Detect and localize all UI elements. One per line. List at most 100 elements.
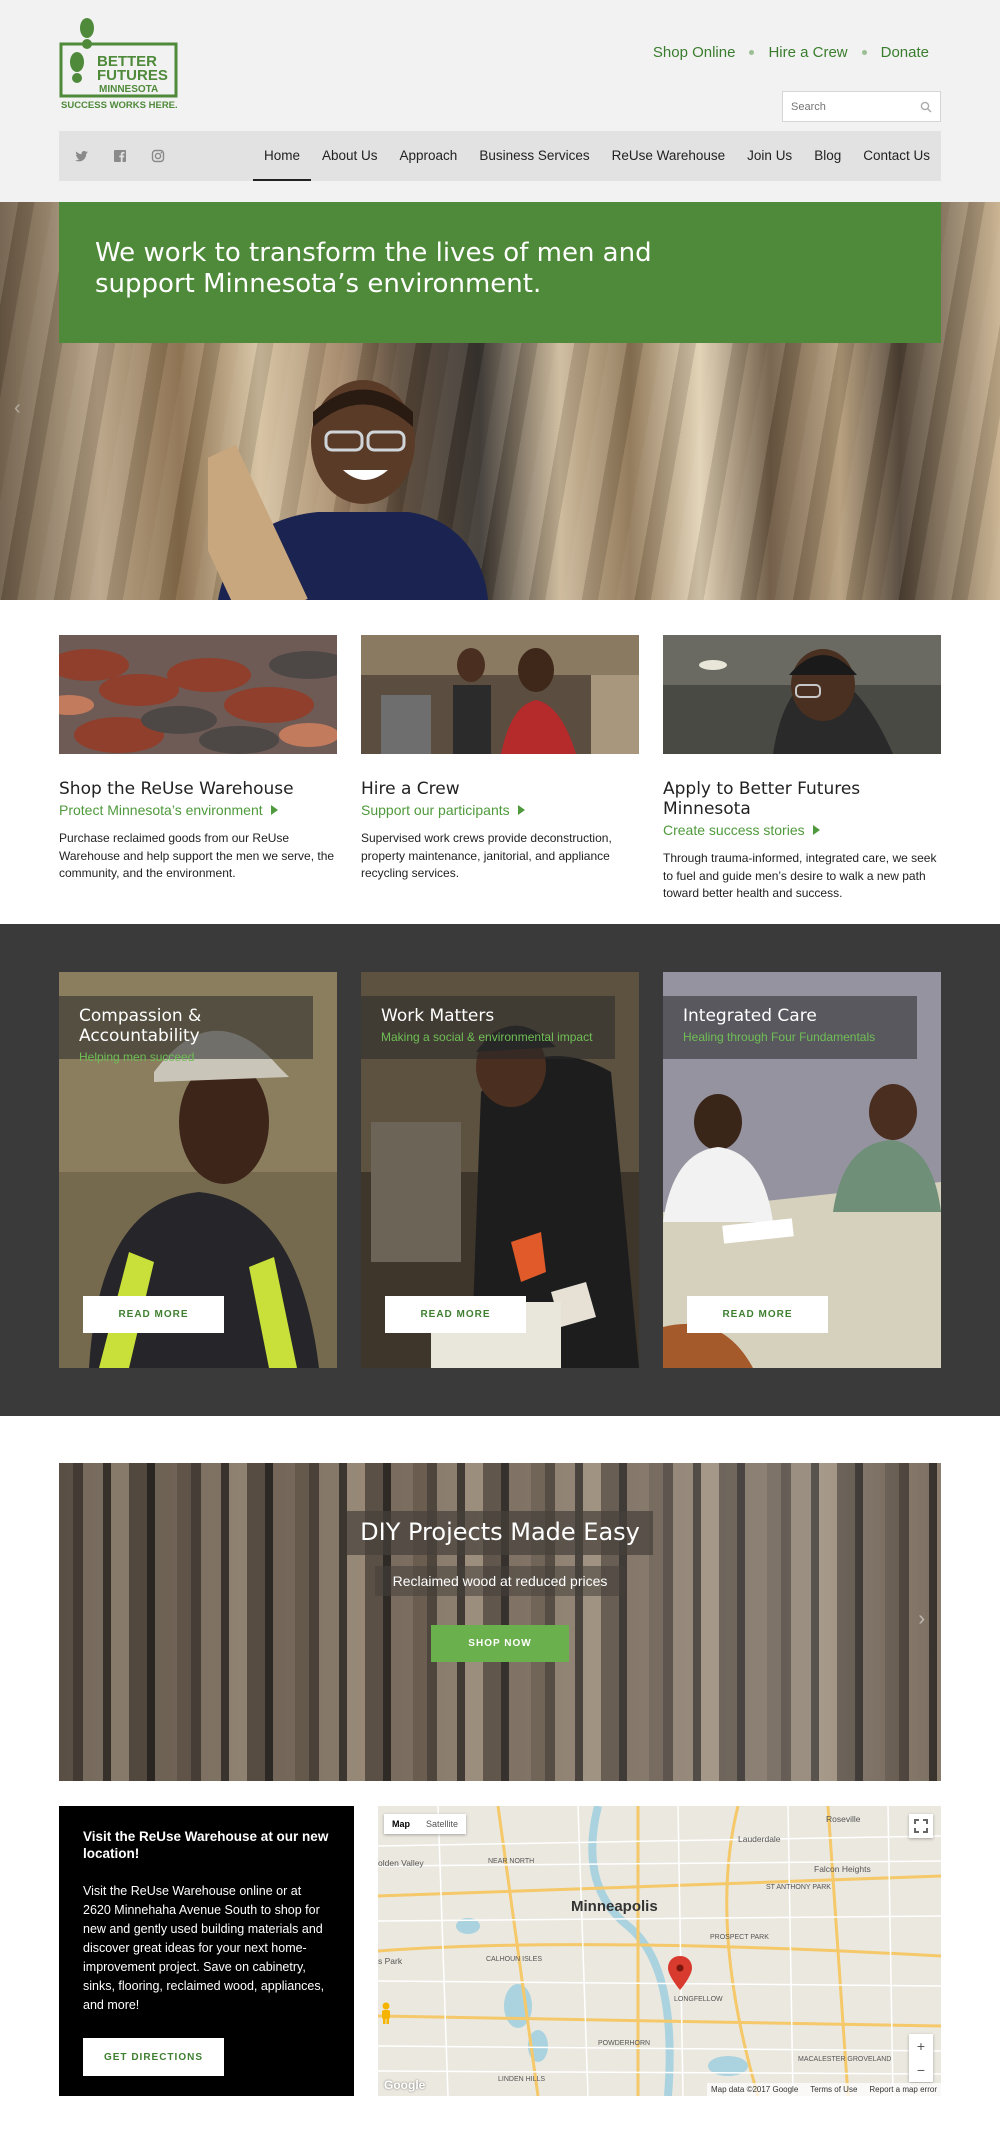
feature-columns: Shop the ReUse Warehouse Protect Minneso… [44,635,941,900]
feature-link[interactable]: Create success stories [663,822,941,838]
street-view-pegman-icon[interactable] [378,2002,394,2024]
feature-apply: Apply to Better Futures Minnesota Create… [663,635,941,903]
map-data-text: Map data ©2017 Google [710,2085,799,2094]
card-work-matters: Work Matters Making a social & environme… [361,972,639,1368]
card-tagline: Healing through Four Fundamentals [683,1030,876,1044]
map-label: LONGFELLOW [674,1996,723,2003]
menu-item-contact-us[interactable]: Contact Us [852,131,941,181]
read-more-button[interactable]: READ MORE [385,1296,526,1333]
feature-title[interactable]: Hire a Crew [361,779,639,799]
location-map[interactable]: Minneapolis Roseville Lauderdale Falcon … [378,1806,941,2096]
menu-item-join-us[interactable]: Join Us [736,131,803,181]
feature-hire-crew: Hire a Crew Support our participants Sup… [361,635,639,883]
map-canvas[interactable] [378,1806,941,2096]
slider-next-icon[interactable]: › [918,1608,925,1631]
menu-item-about-us[interactable]: About Us [311,131,389,181]
feature-link[interactable]: Protect Minnesota’s environment [59,802,337,818]
diy-tagline: Reclaimed wood at reduced prices [374,1566,626,1596]
menu-item-approach[interactable]: Approach [389,131,469,181]
logo[interactable]: BETTER FUTURES MINNESOTA SUCCESS WORKS H… [59,14,184,112]
site-header: BETTER FUTURES MINNESOTA SUCCESS WORKS H… [0,0,1000,202]
map-tab-satellite[interactable]: Satellite [418,1814,466,1834]
read-more-button[interactable]: READ MORE [687,1296,828,1333]
card-label: Compassion & Accountability Helping men … [59,996,313,1064]
map-label: CALHOUN ISLES [486,1956,543,1963]
twitter-icon[interactable] [75,149,89,163]
map-label: NEAR NORTH [488,1858,535,1865]
slider-prev-icon[interactable]: ‹ [14,397,30,419]
hero-headline-banner: We work to transform the lives of men an… [59,202,941,343]
feature-image-apply[interactable] [663,635,941,754]
feature-link[interactable]: Support our participants [361,802,639,818]
card-compassion: Compassion & Accountability Helping men … [59,972,337,1368]
feature-text: Supervised work crews provide deconstruc… [361,831,612,880]
card-label: Work Matters Making a social & environme… [361,996,615,1059]
main-navbar: Home About Us Approach Business Services… [59,131,941,181]
separator-dot [749,50,755,55]
diy-tagline-wrap: Reclaimed wood at reduced prices [59,1566,941,1596]
menu-item-home[interactable]: Home [252,131,311,181]
hero-person-image [208,380,488,600]
card-label: Integrated Care Healing through Four Fun… [663,996,917,1059]
map-label: s Park [378,1956,403,1966]
card-integrated-care: Integrated Care Healing through Four Fun… [663,972,941,1368]
search-input[interactable] [791,100,911,113]
feature-title[interactable]: Apply to Better Futures Minnesota [663,779,941,819]
feature-link-label[interactable]: Support our participants [361,802,510,818]
diy-title-box: DIY Projects Made Easy [347,1511,653,1555]
map-label: POWDERHORN [598,2040,651,2047]
feature-link-label[interactable]: Protect Minnesota’s environment [59,802,263,818]
social-links [75,131,165,181]
read-more-button[interactable]: READ MORE [83,1296,224,1333]
feature-image-crew[interactable] [361,635,639,754]
map-label: Falcon Heights [814,1864,871,1874]
menu-item-reuse-warehouse[interactable]: ReUse Warehouse [601,131,737,181]
values-section: Compassion & Accountability Helping men … [0,924,1000,1416]
top-links: Shop Online Hire a Crew Donate [653,44,929,61]
donate-link[interactable]: Donate [881,44,929,61]
location-text: Visit the ReUse Warehouse online or at 2… [83,1884,325,2012]
instagram-icon[interactable] [151,149,165,163]
map-label: Roseville [826,1814,861,1824]
location-box: Visit the ReUse Warehouse at our new loc… [59,1806,354,2096]
map-label: olden Valley [378,1858,424,1868]
report-map-error-link[interactable]: Report a map error [869,2085,937,2094]
feature-link-label[interactable]: Create success stories [663,822,805,838]
map-city-label: Minneapolis [571,1898,658,1915]
card-title: Integrated Care [683,1006,817,1026]
menu-item-business-services[interactable]: Business Services [468,131,600,181]
map-label: ST ANTHONY PARK [766,1884,831,1891]
map-label: Lauderdale [738,1834,781,1844]
zoom-out-button[interactable]: − [909,2058,933,2082]
feature-text: Purchase reclaimed goods from our ReUse … [59,831,335,880]
feature-image-tiles[interactable] [44,635,349,754]
diy-promo-slider: DIY Projects Made Easy Reclaimed wood at… [59,1463,941,1781]
map-label: LINDEN HILLS [498,2076,546,2083]
search-box [782,91,941,122]
map-label: PROSPECT PARK [710,1934,769,1941]
svg-text:FUTURES: FUTURES [97,67,168,84]
separator-dot [861,50,867,55]
facebook-icon[interactable] [113,149,127,163]
feature-text: Through trauma-informed, integrated care… [663,851,937,900]
map-attribution: Map data ©2017 Google Terms of Use Repor… [706,2083,941,2096]
map-tab-map[interactable]: Map [384,1814,418,1834]
hire-crew-link[interactable]: Hire a Crew [768,44,847,61]
map-type-tabs: Map Satellite [384,1814,467,1834]
feature-title[interactable]: Shop the ReUse Warehouse [59,779,337,799]
diy-title: DIY Projects Made Easy [360,1518,640,1546]
terms-of-use-link[interactable]: Terms of Use [810,2085,857,2094]
fullscreen-icon[interactable] [909,1814,933,1838]
feature-shop-reuse: Shop the ReUse Warehouse Protect Minneso… [44,635,349,883]
get-directions-button[interactable]: GET DIRECTIONS [83,2038,224,2076]
shop-online-link[interactable]: Shop Online [653,44,736,61]
google-logo[interactable]: Google [384,2078,425,2092]
svg-text:SUCCESS WORKS HERE.: SUCCESS WORKS HERE. [61,100,178,111]
zoom-controls: + − [909,2034,933,2082]
arrow-right-icon [270,805,278,815]
zoom-in-button[interactable]: + [909,2034,933,2058]
shop-now-button[interactable]: SHOP NOW [431,1625,569,1662]
menu-item-blog[interactable]: Blog [803,131,852,181]
search-icon[interactable] [920,101,932,113]
svg-text:MINNESOTA: MINNESOTA [99,84,158,95]
